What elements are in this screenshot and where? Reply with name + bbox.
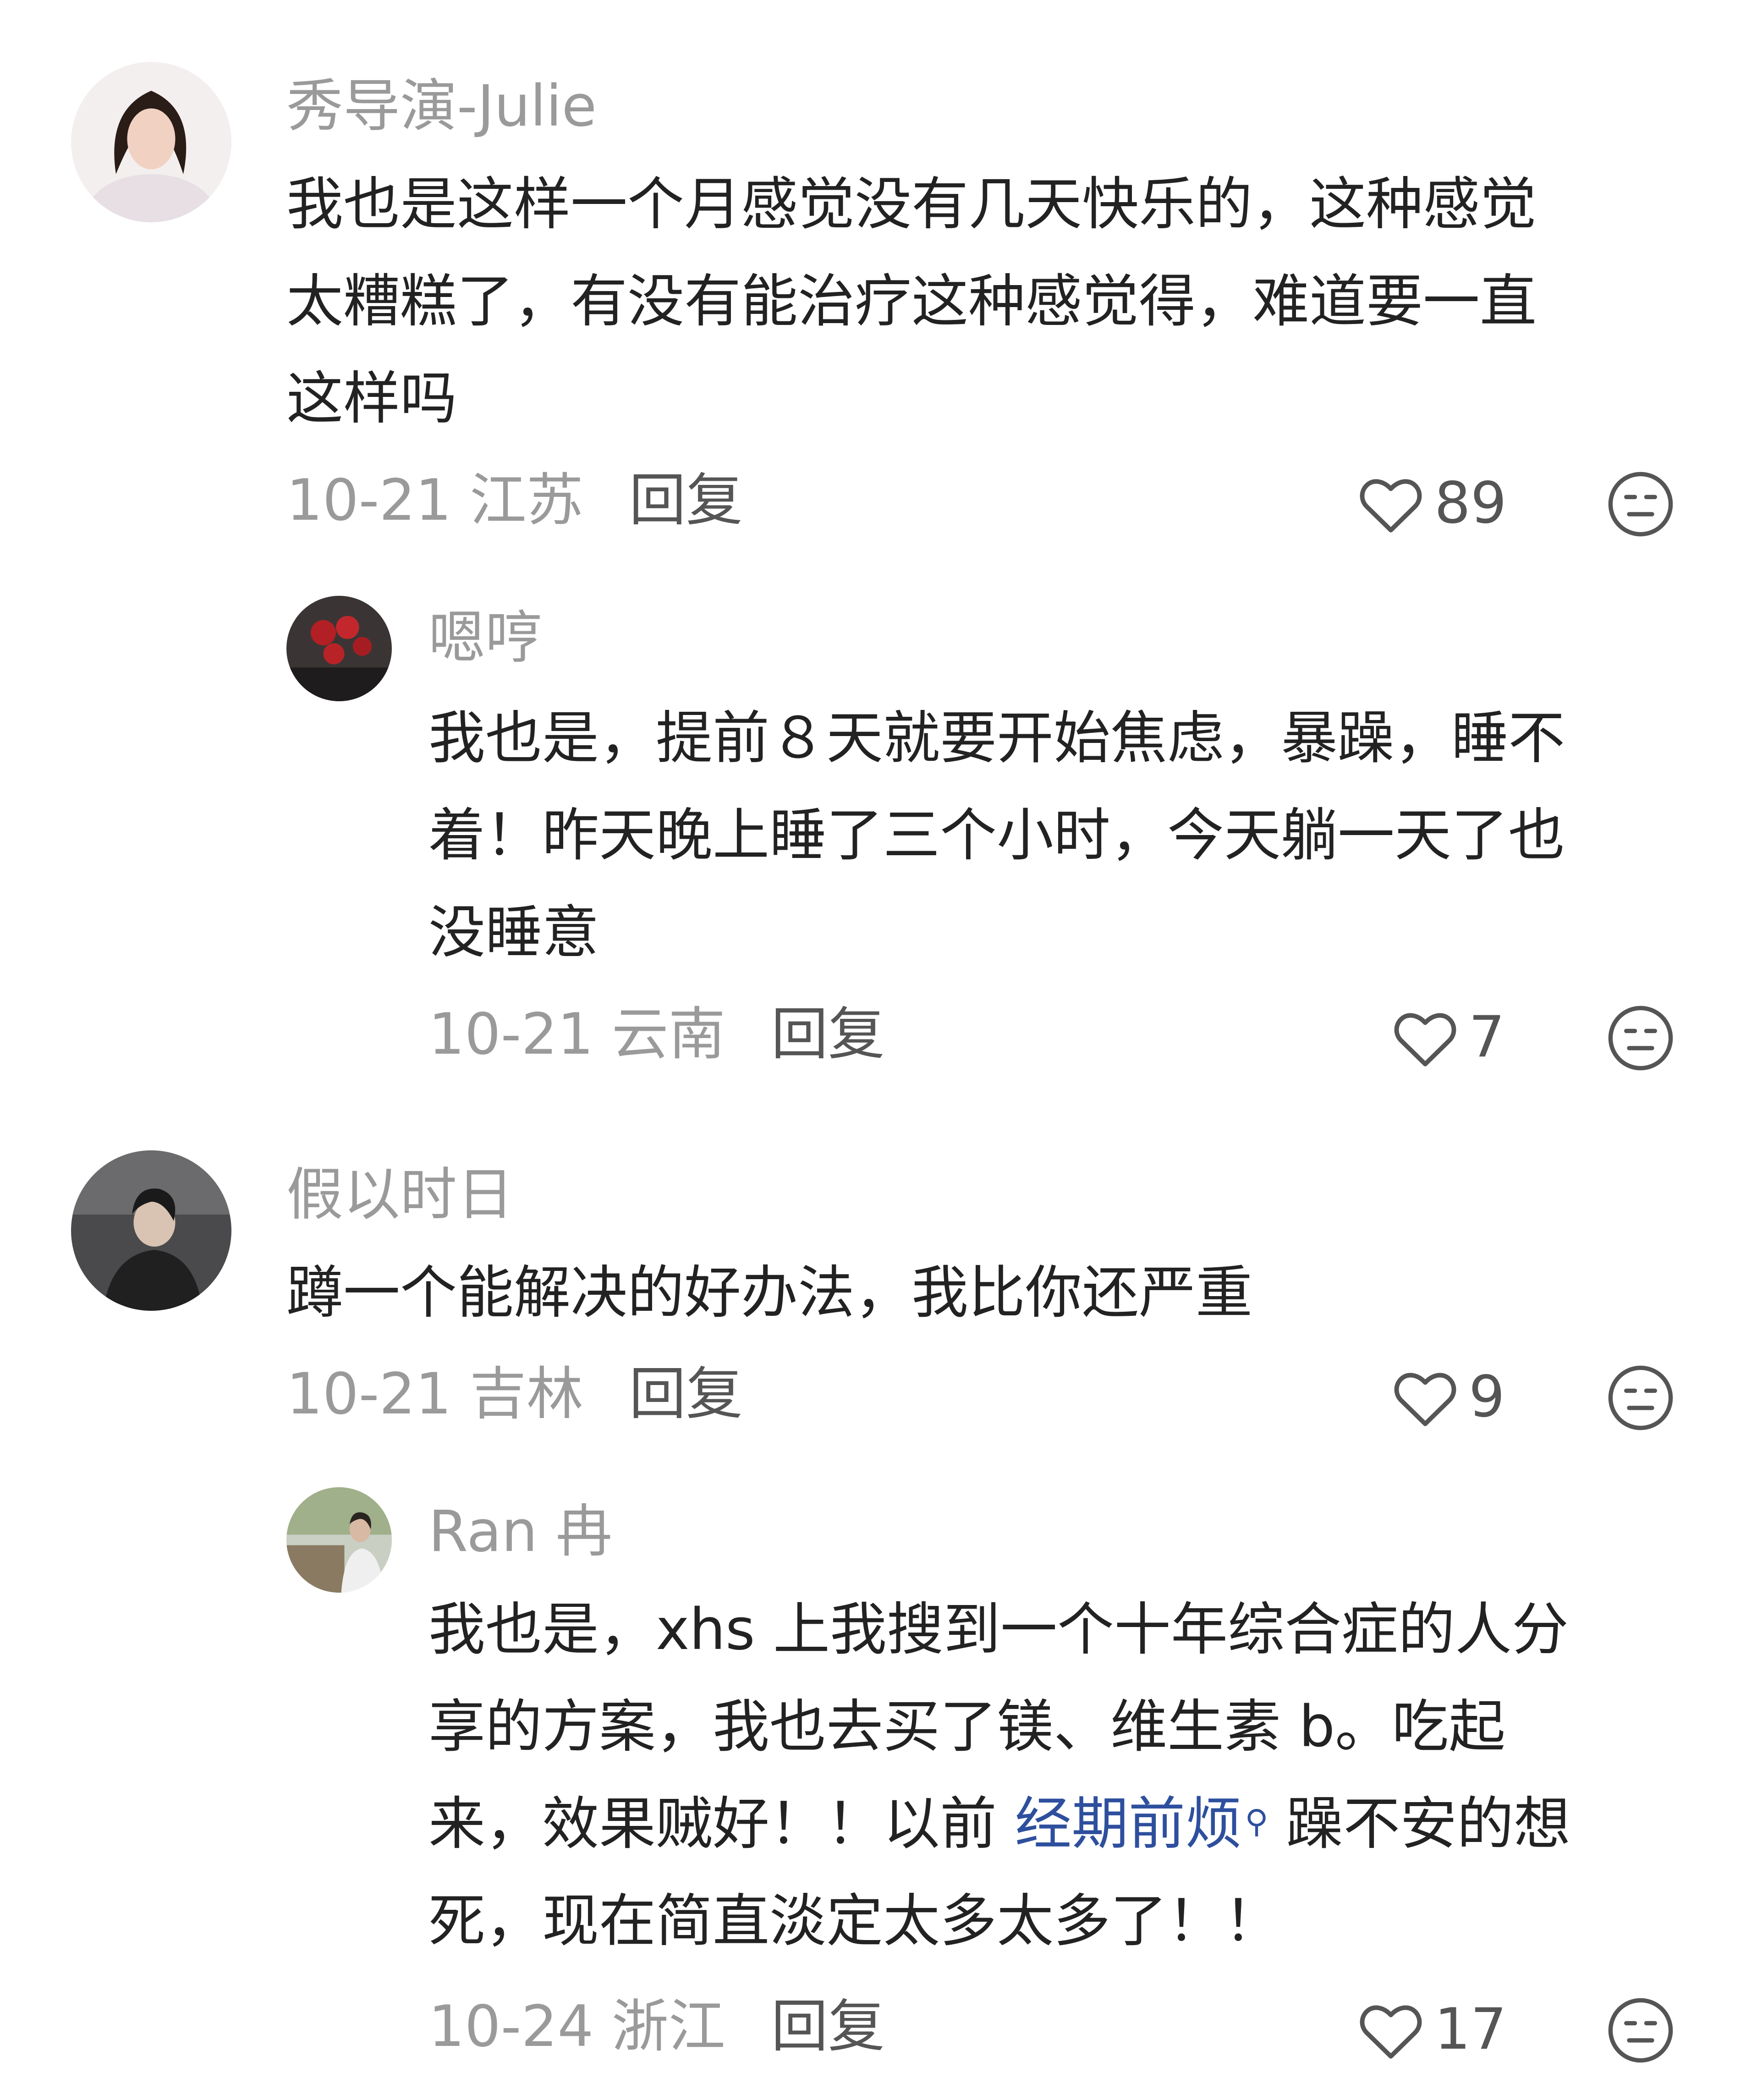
comment-text-line: 享的方案，我也去买了镁、维生素 b。吃起 [428,1694,1506,1760]
like-button[interactable]: 7 [1391,1006,1505,1068]
avatar[interactable] [71,1150,231,1311]
meh-face-icon[interactable] [1606,1996,1675,2065]
reply-button[interactable]: 回复 [771,1001,885,1067]
comment-text-line: 我也是，提前８天就要开始焦虑，暴躁，睡不 [428,705,1565,771]
comment-author[interactable]: Ran 冉 [428,1503,612,1560]
search-icon: ⚲ [1245,1803,1268,1840]
comment-text-line: 这样吗 [286,366,457,432]
comment-date-location: 10-21 江苏 [286,467,583,533]
comment-text-segment: 来，效果贼好！！以前 [428,1791,1015,1857]
comment-text-line: 死，现在简直淡定太多太多了！！ [428,1888,1281,1954]
comment-date-location: 10-21 吉林 [286,1361,583,1427]
meh-face-icon[interactable] [1606,1363,1675,1432]
like-button[interactable]: 17 [1356,1998,1507,2061]
comment-text-line: 我也是这样一个月感觉没有几天快乐的，这种感觉 [286,171,1537,237]
heart-outline-icon [1394,1013,1456,1066]
like-button[interactable]: 9 [1391,1366,1505,1428]
comment-text-line: 来，效果贼好！！以前 经期前烦⚲ 躁不安的想 [428,1776,1570,1873]
avatar[interactable] [286,596,392,701]
comment-meta: 10-21 吉林 回复 [286,1366,743,1423]
meh-face-icon[interactable] [1606,470,1675,539]
topic-link-label: 经期前烦 [1015,1791,1242,1857]
topic-link[interactable]: 经期前烦⚲ [1015,1791,1268,1857]
comment-text-segment: 躁不安的想 [1268,1791,1571,1857]
avatar[interactable] [71,62,231,222]
comment-meta: 10-24 浙江 回复 [428,1998,885,2055]
like-button[interactable]: 89 [1356,472,1507,534]
reply-button[interactable]: 回复 [629,467,743,533]
comment-date-location: 10-21 云南 [428,1001,725,1067]
comment-text: 我也是这样一个月感觉没有几天快乐的，这种感觉 太糟糕了，有没有能治疗这种感觉得，… [286,156,1537,447]
heart-outline-icon [1360,2005,1422,2059]
reply-button[interactable]: 回复 [771,1994,885,2060]
like-count: 89 [1434,470,1507,536]
like-count: 9 [1469,1364,1505,1430]
like-count: 7 [1469,1004,1505,1070]
comment-text: 蹲一个能解决的好办法，我比你还严重 [286,1244,1252,1341]
comment-date-location: 10-24 浙江 [428,1994,725,2060]
comment-text-line: 太糟糕了，有没有能治疗这种感觉得，难道要一直 [286,269,1537,335]
heart-outline-icon [1360,479,1422,533]
comment-text-line: 我也是，xhs 上我搜到一个十年综合症的人分 [428,1597,1569,1663]
meh-face-icon[interactable] [1606,1004,1675,1072]
comment-meta: 10-21 江苏 回复 [286,472,743,529]
avatar[interactable] [286,1487,392,1593]
comment-author[interactable]: 秀导演-Julie [286,78,597,135]
comment-text: 我也是，xhs 上我搜到一个十年综合症的人分 享的方案，我也去买了镁、维生素 b… [428,1581,1570,1970]
comment-text-line: 着！昨天晚上睡了三个小时，今天躺一天了也 [428,803,1565,869]
reply-button[interactable]: 回复 [629,1361,743,1427]
heart-outline-icon [1394,1373,1456,1426]
like-count: 17 [1434,1996,1507,2062]
comment-text-line: 没睡意 [428,900,599,966]
comment-text-line: 蹲一个能解决的好办法，我比你还严重 [286,1260,1253,1326]
comment-author[interactable]: 假以时日 [286,1166,514,1223]
comment-author[interactable]: 嗯哼 [428,610,542,666]
comment-text: 我也是，提前８天就要开始焦虑，暴躁，睡不 着！昨天晚上睡了三个小时，今天躺一天了… [428,690,1565,981]
comment-meta: 10-21 云南 回复 [428,1006,885,1063]
